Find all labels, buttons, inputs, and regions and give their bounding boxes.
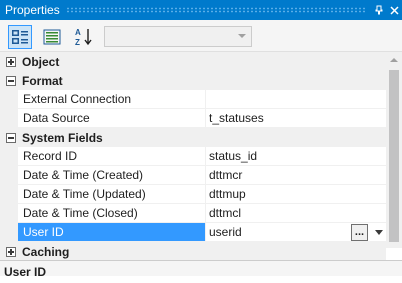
category-label: Object — [22, 54, 60, 69]
property-row-record-id[interactable]: Record ID status_id — [0, 147, 386, 166]
property-name: Date & Time (Updated) — [0, 185, 206, 204]
object-selector-dropdown[interactable] — [104, 26, 252, 47]
category-label: Format — [22, 73, 63, 88]
category-caching[interactable]: Caching — [0, 242, 386, 261]
ellipsis-button[interactable]: ... — [351, 224, 368, 241]
property-row-external-connection[interactable]: External Connection — [0, 90, 386, 109]
close-icon[interactable] — [387, 0, 402, 20]
category-format[interactable]: Format — [0, 71, 386, 90]
scroll-up-icon[interactable] — [390, 58, 398, 62]
description-pane: User ID — [0, 260, 402, 279]
window-title: Properties — [0, 0, 66, 20]
property-name: Date & Time (Closed) — [0, 204, 206, 223]
property-row-date-closed[interactable]: Date & Time (Closed) dttmcl — [0, 204, 386, 223]
property-grid: Object Format External Connection Data S… — [0, 52, 386, 276]
property-row-date-created[interactable]: Date & Time (Created) dttmcr — [0, 166, 386, 185]
property-value[interactable]: status_id — [206, 147, 386, 166]
property-value[interactable]: dttmcr — [206, 166, 386, 185]
property-name: Date & Time (Created) — [0, 166, 206, 185]
pin-icon[interactable] — [371, 0, 387, 20]
property-name: External Connection — [0, 90, 206, 109]
property-name: Record ID — [0, 147, 206, 166]
property-pages-button[interactable] — [40, 25, 64, 49]
property-row-user-id[interactable]: User ID userid ... — [0, 223, 386, 242]
scrollbar-thumb[interactable] — [389, 70, 399, 242]
category-system-fields[interactable]: System Fields — [0, 128, 386, 147]
alphabetical-icon: A Z — [75, 28, 92, 47]
category-object[interactable]: Object — [0, 52, 386, 71]
svg-text:Z: Z — [75, 38, 80, 47]
property-row-date-updated[interactable]: Date & Time (Updated) dttmup — [0, 185, 386, 204]
vertical-scrollbar[interactable] — [386, 52, 402, 248]
property-value[interactable]: dttmup — [206, 185, 386, 204]
property-name: User ID — [0, 223, 206, 242]
svg-text:A: A — [75, 28, 81, 37]
categorized-icon — [12, 30, 28, 44]
property-value[interactable] — [206, 90, 386, 109]
property-value[interactable]: dttmcl — [206, 204, 386, 223]
collapse-icon[interactable] — [6, 132, 16, 143]
property-name: Data Source — [0, 109, 206, 128]
expand-icon[interactable] — [6, 246, 16, 257]
property-value[interactable]: userid ... — [206, 223, 386, 242]
category-label: System Fields — [22, 130, 103, 145]
property-pages-icon — [43, 29, 61, 45]
properties-titlebar: Properties — [0, 0, 402, 20]
titlebar-grip[interactable] — [65, 7, 365, 13]
property-row-data-source[interactable]: Data Source t_statuses — [0, 109, 386, 128]
description-title: User ID — [4, 265, 47, 279]
alphabetical-button[interactable]: A Z — [72, 25, 96, 49]
chevron-down-icon — [238, 34, 246, 38]
category-label: Caching — [22, 244, 70, 259]
collapse-icon[interactable] — [6, 75, 16, 86]
property-value-text: userid — [209, 225, 242, 239]
property-value[interactable]: t_statuses — [206, 109, 386, 128]
expand-icon[interactable] — [6, 56, 16, 67]
categorized-button[interactable] — [8, 25, 32, 49]
chevron-down-icon[interactable] — [375, 230, 383, 235]
properties-toolbar: A Z — [0, 20, 402, 52]
